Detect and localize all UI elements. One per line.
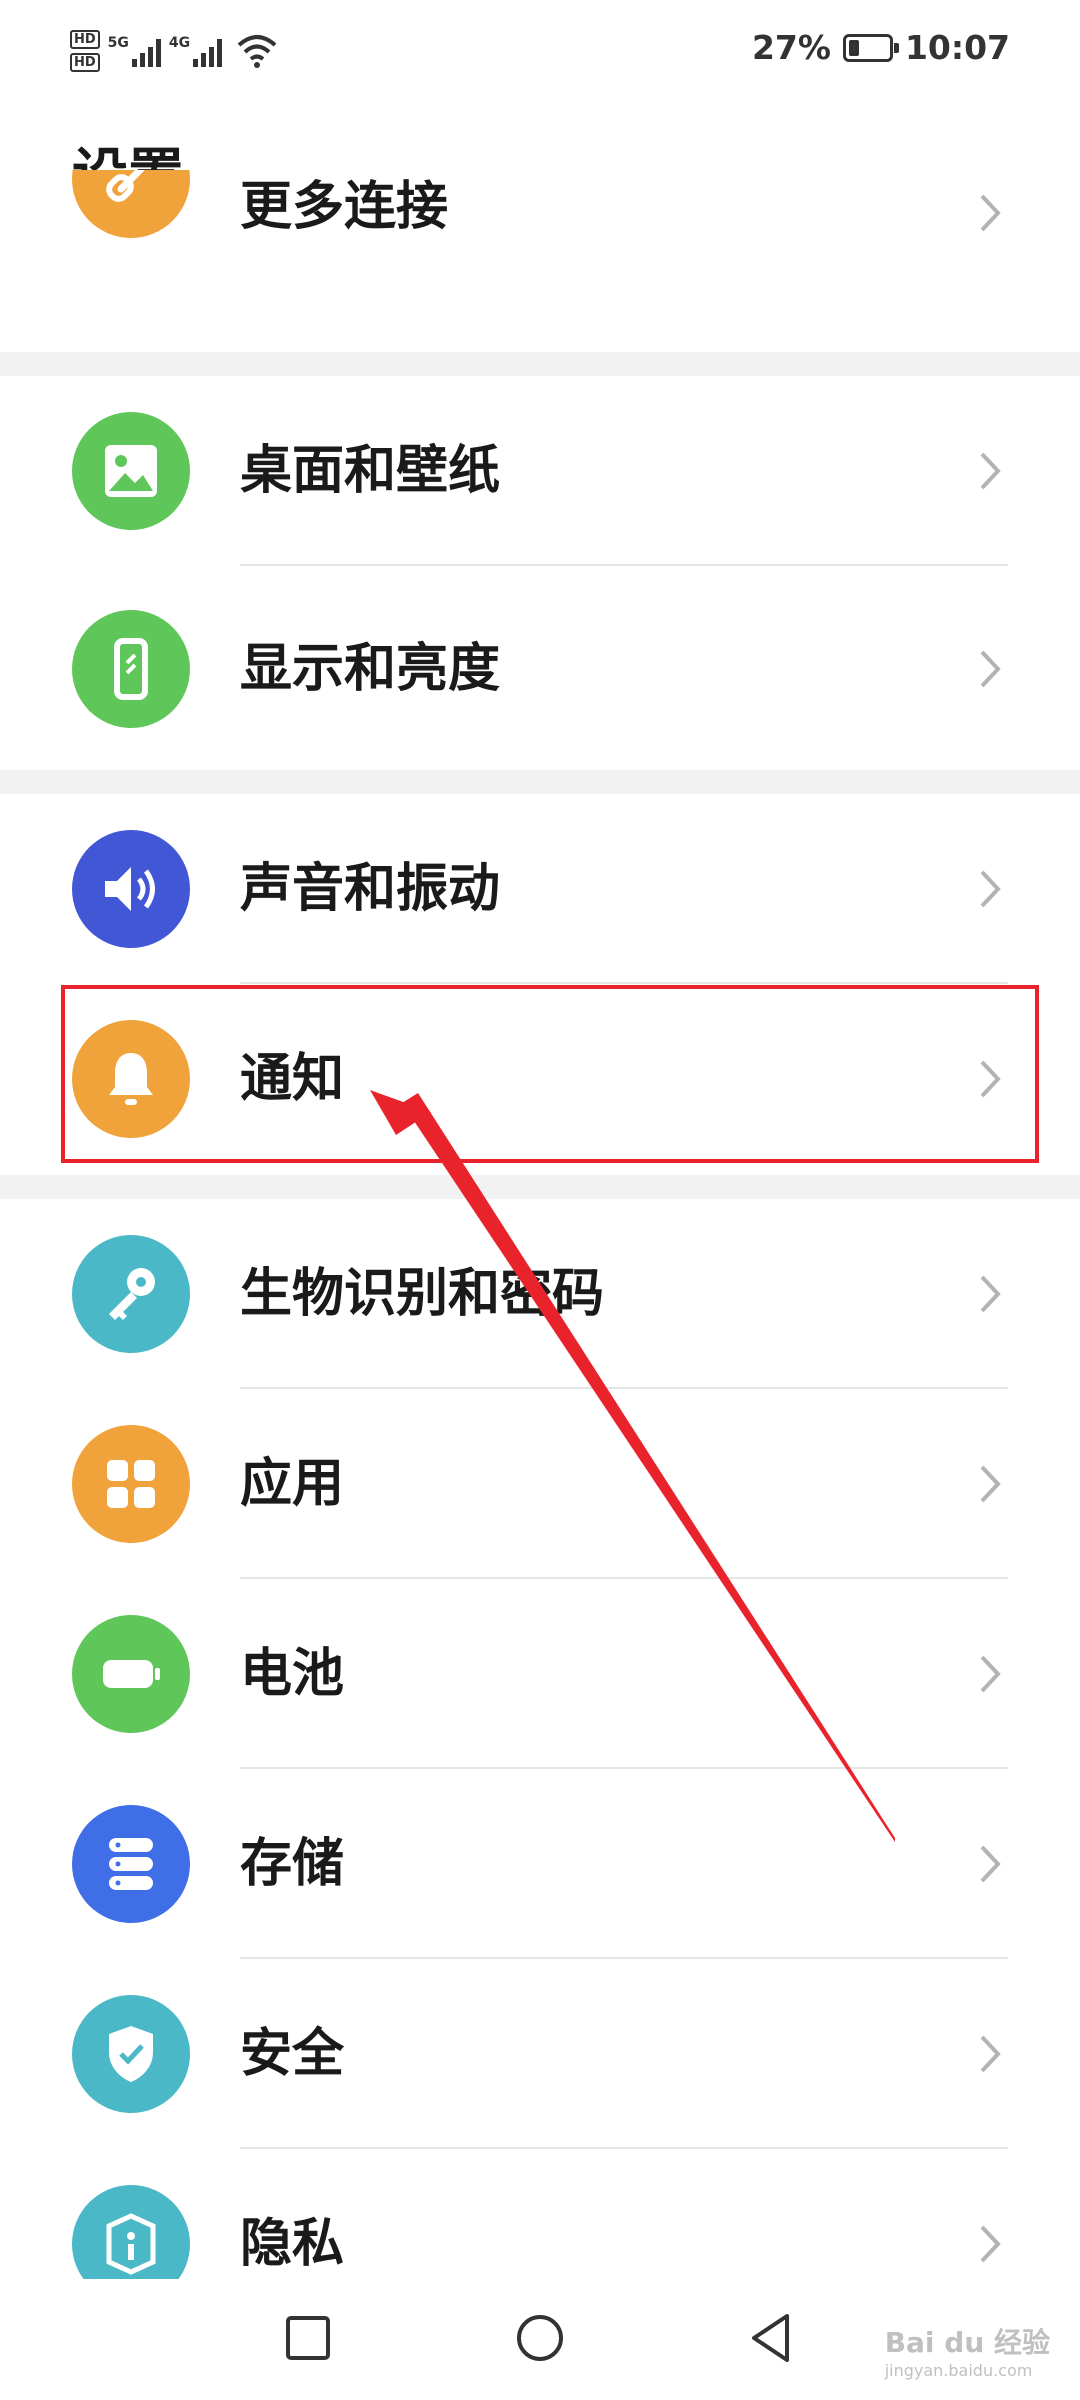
settings-item-battery[interactable]: 电池 (0, 1579, 1080, 1769)
hd-badge-1: HD (70, 30, 100, 49)
section-gap (0, 1175, 1080, 1199)
wifi-icon (237, 35, 277, 68)
status-right: 27% 10:07 (752, 28, 1010, 67)
chevron-right-icon (980, 194, 1001, 232)
signal-4g: 4G (168, 35, 223, 67)
settings-item-storage[interactable]: 存储 (0, 1769, 1080, 1959)
settings-item-security[interactable]: 安全 (0, 1959, 1080, 2149)
divider (240, 564, 1008, 566)
shield-icon (72, 1995, 190, 2113)
item-label: 应用 (240, 1454, 345, 1514)
item-label: 电池 (240, 1644, 345, 1704)
net-label-4g: 4G (168, 35, 191, 51)
speaker-icon (72, 830, 190, 948)
item-label: 声音和振动 (240, 859, 501, 919)
chevron-right-icon (980, 2035, 1001, 2073)
chevron-right-icon (980, 870, 1001, 908)
chevron-right-icon (980, 1275, 1001, 1313)
settings-item-display-brightness[interactable]: 显示和亮度 (0, 574, 1080, 770)
chevron-right-icon (980, 452, 1001, 490)
storage-icon (72, 1805, 190, 1923)
battery-icon (72, 1615, 190, 1733)
item-label: 存储 (240, 1834, 345, 1894)
watermark-brand: Bai du 经验 (884, 2326, 1050, 2359)
section-gap (0, 352, 1080, 376)
signal-bars-icon (131, 35, 161, 67)
chevron-right-icon (980, 1845, 1001, 1883)
phone-display-icon (72, 610, 190, 728)
key-icon (72, 1235, 190, 1353)
settings-item-privacy[interactable]: 隐私 (0, 2149, 1080, 2279)
settings-item-biometrics-password[interactable]: 生物识别和密码 (0, 1199, 1080, 1389)
section-gap (0, 770, 1080, 794)
navigation-bar: Bai du 经验 jingyan.baidu.com (0, 2280, 1080, 2400)
settings-item-apps[interactable]: 应用 (0, 1389, 1080, 1579)
home-button[interactable] (510, 2308, 570, 2368)
item-label: 桌面和壁纸 (240, 441, 501, 501)
item-label: 生物识别和密码 (240, 1264, 605, 1324)
recents-button[interactable] (278, 2308, 338, 2368)
battery-percent: 27% (751, 28, 831, 67)
item-label: 显示和亮度 (240, 639, 501, 699)
chevron-right-icon (980, 1655, 1001, 1693)
chevron-right-icon (980, 1465, 1001, 1503)
battery-icon (842, 33, 899, 62)
apps-grid-icon (72, 1425, 190, 1543)
image-icon (72, 412, 190, 530)
settings-item-sound-vibration[interactable]: 声音和振动 (0, 794, 1080, 984)
chevron-right-icon (980, 650, 1001, 688)
status-left: HD HD 5G 4G (70, 30, 278, 72)
item-label: 安全 (240, 2024, 345, 2084)
watermark: Bai du 经验 jingyan.baidu.com (885, 2321, 1050, 2380)
chevron-right-icon (980, 2225, 1001, 2263)
signal-bars-icon (193, 35, 223, 67)
status-bar: HD HD 5G 4G 27% 10:07 (0, 0, 1080, 100)
back-button[interactable] (742, 2308, 802, 2368)
link-icon (72, 170, 190, 238)
highlight-box (61, 985, 1039, 1163)
privacy-lock-icon (72, 2185, 190, 2279)
signal-5g: 5G (108, 35, 161, 67)
net-label-5g: 5G (107, 35, 129, 51)
item-label: 隐私 (240, 2214, 345, 2274)
settings-item-more-connections[interactable]: 更多连接 (0, 170, 1080, 352)
hd-badge-2: HD (70, 53, 100, 72)
settings-item-desktop-wallpaper[interactable]: 桌面和壁纸 (0, 376, 1080, 566)
clock: 10:07 (904, 28, 1010, 67)
battery-fill (848, 39, 859, 56)
item-label: 更多连接 (240, 177, 449, 237)
watermark-url: jingyan.baidu.com (884, 2361, 1033, 2380)
